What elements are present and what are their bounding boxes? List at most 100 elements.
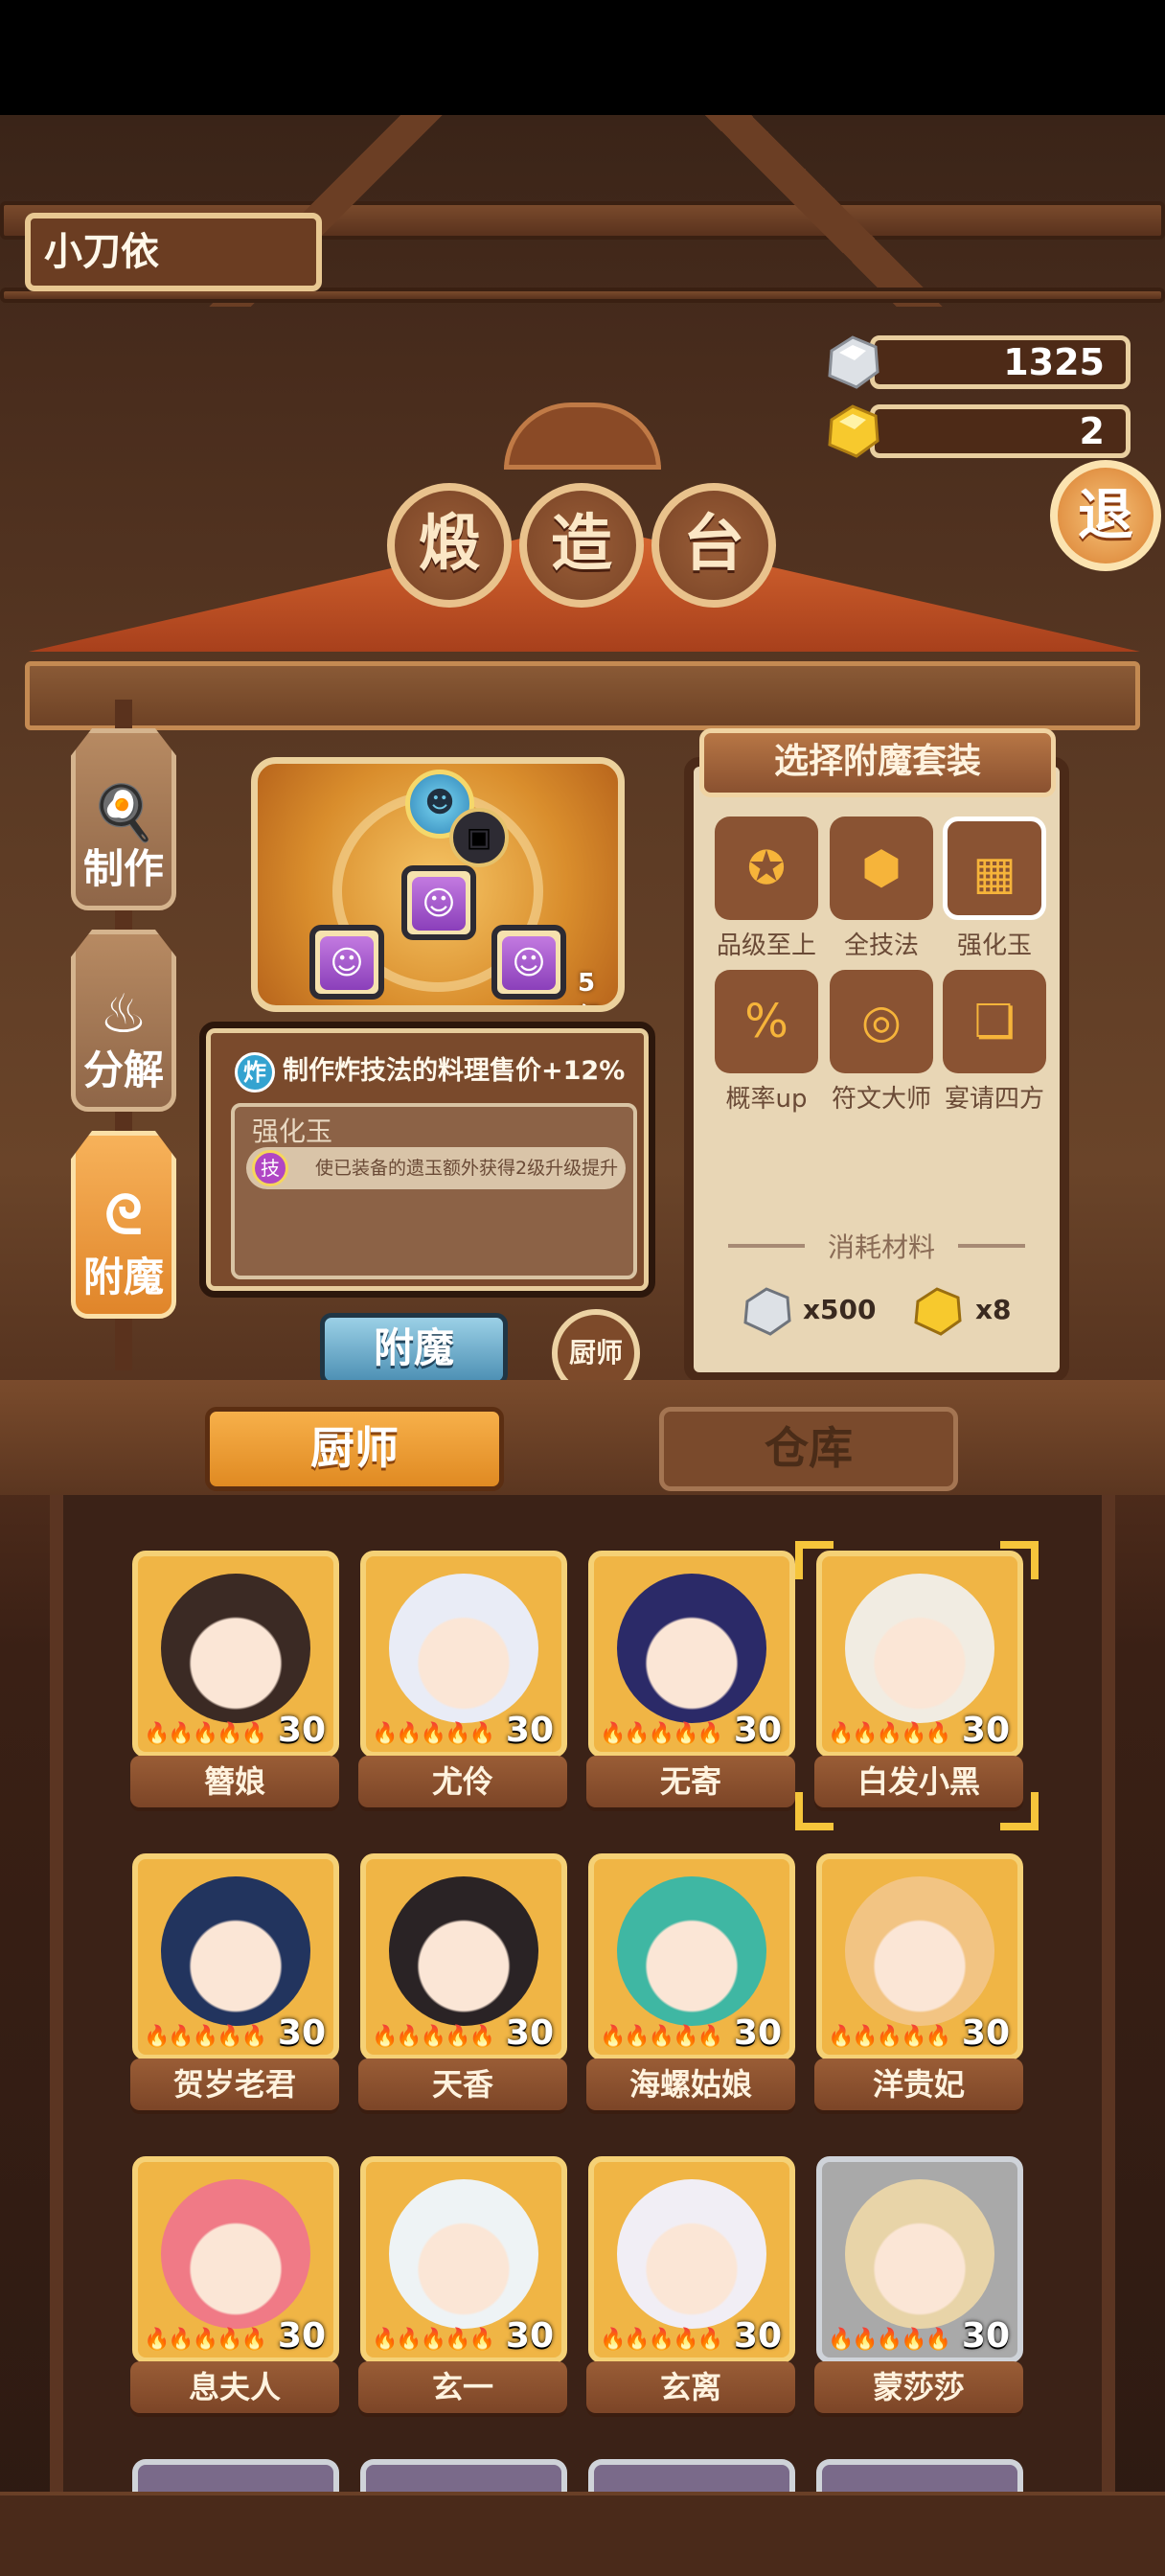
tab-warehouse[interactable]: 仓库	[659, 1407, 958, 1491]
feast-icon: ❏	[973, 995, 1016, 1048]
rune-icon: ◎	[861, 995, 902, 1048]
cost-title: 消耗材料	[827, 1231, 935, 1263]
jade-icon: ▣	[449, 808, 509, 867]
tab-bar	[0, 1380, 1165, 1495]
flame-rating-icon: 🔥🔥🔥🔥🔥	[828, 2025, 951, 2049]
chef-card[interactable]: 🔥🔥🔥🔥🔥 30	[588, 2156, 795, 2363]
chef-card[interactable]: 🔥🔥🔥🔥🔥 30	[360, 1551, 567, 1758]
chef-portrait	[845, 2179, 994, 2329]
enchant-board: ☻ ▣ ☺ ☺ ☺ 5级	[251, 757, 625, 1012]
set-feast[interactable]: ❏	[943, 970, 1046, 1073]
chef-card[interactable]: 🔥🔥🔥🔥🔥 30	[132, 1853, 339, 2060]
tab-decompose[interactable]: ♨ 分解	[71, 930, 176, 1112]
eave	[25, 661, 1140, 730]
percent-icon: %	[744, 995, 788, 1048]
silver-cost: x500	[803, 1294, 877, 1325]
swirl-icon: ᘓ	[104, 1184, 143, 1247]
divider-left	[728, 1244, 805, 1248]
chef-card-partial[interactable]	[816, 2459, 1023, 2492]
chef-portrait	[389, 1876, 538, 2026]
set-rune-master[interactable]: ◎	[830, 970, 933, 1073]
chef-portrait	[617, 1876, 766, 2026]
jade-slot-left[interactable]: ☺	[309, 925, 384, 1000]
sub-effect-title: 强化玉	[252, 1116, 333, 1147]
cooking-pot-icon: 🍳	[90, 782, 157, 844]
chef-card[interactable]: 🔥🔥🔥🔥🔥 30	[816, 1853, 1023, 2060]
flame-rating-icon: 🔥🔥🔥🔥🔥	[372, 2025, 495, 2049]
set-jade[interactable]: ▦	[943, 816, 1046, 920]
gold-cost: x8	[975, 1294, 1012, 1325]
flame-rating-icon: 🔥🔥🔥🔥🔥	[600, 2328, 723, 2352]
chef-level: 30	[505, 2013, 554, 2053]
skill-chip: 技 使已装备的遗玉额外获得2级升级提升	[246, 1147, 626, 1189]
tab-enchant-label: 附魔	[82, 1254, 164, 1300]
gold-counter: 2	[870, 404, 1131, 458]
set-jade-label: 强化玉	[956, 932, 1032, 960]
chef-portrait	[161, 2179, 310, 2329]
chef-name: 玄离	[586, 2361, 795, 2413]
flame-rating-icon: 🔥🔥🔥🔥🔥	[828, 2328, 951, 2352]
chef-level: 30	[961, 1711, 1010, 1750]
selection-corner	[795, 1792, 834, 1830]
flame-rating-icon: 🔥🔥🔥🔥🔥	[144, 1722, 267, 1746]
bonus-text: 制作炸技法的料理售价+12%	[283, 1056, 626, 1086]
set-all-skills[interactable]: ⬢	[830, 816, 933, 920]
title-char-2: 造	[519, 483, 644, 608]
chef-card[interactable]: 🔥🔥🔥🔥🔥 30	[588, 1551, 795, 1758]
chef-card[interactable]: 🔥🔥🔥🔥🔥 30	[132, 2156, 339, 2363]
selection-corner	[1000, 1792, 1039, 1830]
chef-name: 玄一	[358, 2361, 567, 2413]
tab-make-label: 制作	[82, 845, 164, 892]
chef-portrait	[389, 1574, 538, 1723]
jade-slot-top[interactable]: ☺	[401, 865, 476, 940]
chef-level: 30	[505, 2316, 554, 2356]
skill-text: 使已装备的遗玉额外获得2级升级提升	[315, 1158, 619, 1179]
gold-ore-icon	[910, 1284, 964, 1338]
chef-card[interactable]: 🔥🔥🔥🔥🔥 30	[360, 1853, 567, 2060]
chef-card-partial[interactable]	[132, 2459, 339, 2492]
chef-card-partial[interactable]	[360, 2459, 567, 2492]
flame-rating-icon: 🔥🔥🔥🔥🔥	[372, 2328, 495, 2352]
skill-badge: 技	[252, 1150, 288, 1186]
skills-icon: ⬢	[861, 841, 902, 895]
flame-rating-icon: 🔥🔥🔥🔥🔥	[372, 1722, 495, 1746]
set-quality[interactable]: ✪	[715, 816, 818, 920]
set-probability-label: 概率up	[725, 1085, 808, 1114]
chef-card[interactable]: 🔥🔥🔥🔥🔥 30	[816, 1551, 1023, 1758]
set-quality-label: 品级至上	[716, 932, 816, 960]
chef-level: 30	[277, 2316, 326, 2356]
chef-card[interactable]: 🔥🔥🔥🔥🔥 30	[132, 1551, 339, 1758]
chef-card-partial[interactable]	[588, 2459, 795, 2492]
exit-button[interactable]: 退	[1050, 460, 1161, 571]
chef-face-icon: ☺	[502, 936, 556, 990]
tab-enchant[interactable]: ᘓ 附魔	[71, 1131, 176, 1319]
set-probability[interactable]: %	[715, 970, 818, 1073]
chef-face-icon: ☺	[320, 936, 374, 990]
chef-name: 簪娘	[130, 1756, 339, 1807]
status-bar	[0, 0, 1165, 115]
flame-rating-icon: 🔥🔥🔥🔥🔥	[600, 2025, 723, 2049]
jade-icon: ▦	[972, 846, 1017, 900]
quality-icon: ✪	[746, 841, 787, 895]
player-name[interactable]: 小刀依	[25, 213, 322, 291]
chef-portrait	[617, 2179, 766, 2329]
chef-card[interactable]: 🔥🔥🔥🔥🔥 30	[360, 2156, 567, 2363]
tab-chefs[interactable]: 厨师	[205, 1407, 504, 1491]
jade-slot-right[interactable]: ☺	[491, 925, 566, 1000]
chef-portrait	[845, 1876, 994, 2026]
silver-ore-icon	[740, 1284, 793, 1338]
selection-corner	[1000, 1541, 1039, 1579]
tab-make[interactable]: 🍳 制作	[71, 728, 176, 910]
chef-level: 30	[961, 2316, 1010, 2356]
chef-portrait	[845, 1574, 994, 1723]
divider-right	[958, 1244, 1025, 1248]
chef-card[interactable]: 🔥🔥🔥🔥🔥 30	[588, 1853, 795, 2060]
chef-card[interactable]: 🔥🔥🔥🔥🔥 30	[816, 2156, 1023, 2363]
chef-portrait	[617, 1574, 766, 1723]
chef-name: 贺岁老君	[130, 2058, 339, 2110]
silver-ore-icon	[822, 332, 883, 393]
chef-name: 无寄	[586, 1756, 795, 1807]
enchant-button[interactable]: 附魔	[320, 1313, 508, 1386]
chef-level: 30	[961, 2013, 1010, 2053]
bonus-line: 炸制作炸技法的料理售价+12%	[235, 1049, 635, 1092]
